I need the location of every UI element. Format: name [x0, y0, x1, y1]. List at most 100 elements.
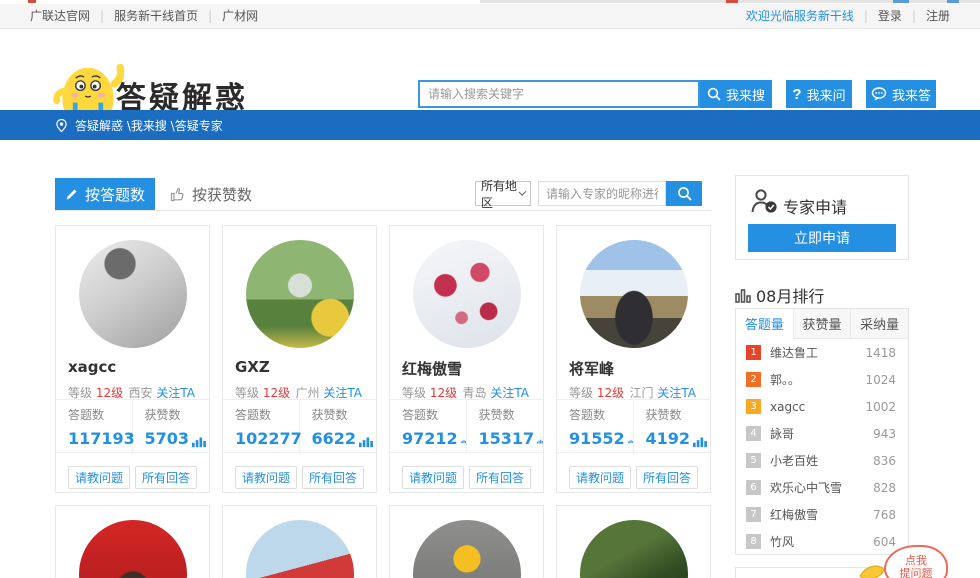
expert-name[interactable]: 将军峰 — [569, 358, 614, 379]
rank-name: 郭。。 — [770, 371, 800, 388]
ask-button[interactable]: ? 我来问 — [786, 80, 852, 108]
bar-chart-icon — [192, 434, 206, 448]
rank-row[interactable]: 1维达鲁工1418 — [736, 339, 908, 366]
avatar[interactable] — [79, 240, 187, 348]
rank-badge: 1 — [746, 345, 761, 360]
level-value: 12级 — [96, 386, 123, 400]
expert-name[interactable]: 红梅傲雪 — [402, 358, 462, 379]
all-answers-button[interactable]: 所有回答 — [135, 466, 197, 489]
avatar[interactable] — [79, 520, 187, 578]
all-answers-button[interactable]: 所有回答 — [302, 466, 364, 489]
bar-chart-icon — [628, 434, 633, 448]
follow-link[interactable]: 关注TA — [657, 386, 696, 400]
welcome-link[interactable]: 欢迎光临服务新干线 — [746, 4, 854, 28]
rank-row[interactable]: 3xagcc1002 — [736, 393, 908, 420]
ask-question-button[interactable]: 请教问题 — [235, 466, 297, 489]
location-pin-icon — [55, 118, 68, 133]
expert-card: 红梅傲雪 等级 12级青岛 关注TA 答题数97212 获赞数15317 请教问… — [389, 225, 544, 493]
city: 江门 — [630, 386, 654, 400]
nav-link-fwxgx-home[interactable]: 服务新干线首页 — [114, 4, 198, 28]
rank-row[interactable]: 4詠哥943 — [736, 420, 908, 447]
avatar[interactable] — [246, 520, 354, 578]
level-label: 等级 — [569, 386, 593, 400]
expert-card — [55, 505, 210, 578]
expert-search-button[interactable] — [666, 181, 702, 206]
rank-value: 836 — [873, 454, 896, 468]
expert-apply-title: 专家申请 — [783, 194, 847, 218]
follow-link[interactable]: 关注TA — [323, 386, 362, 400]
answers-count: 117193 — [68, 429, 135, 448]
likes-label: 获赞数 — [145, 406, 210, 423]
expert-card: GXZ 等级 12级广州 关注TA 答题数102277 获赞数6622 请教问题… — [222, 225, 377, 493]
rank-name: 维达鲁工 — [770, 344, 818, 361]
rank-chart-icon — [735, 288, 751, 303]
rank-title: 08月排行 — [756, 283, 824, 307]
mascot-hand-icon — [856, 556, 886, 578]
all-answers-button[interactable]: 所有回答 — [469, 466, 531, 489]
separator: | — [208, 4, 212, 28]
avatar[interactable] — [413, 520, 521, 578]
rank-value: 1024 — [865, 373, 896, 387]
separator: | — [100, 4, 104, 28]
nav-link-gcw[interactable]: 广材网 — [222, 4, 258, 28]
all-answers-button[interactable]: 所有回答 — [636, 466, 698, 489]
rank-badge: 7 — [746, 507, 761, 522]
likes-label: 获赞数 — [312, 406, 377, 423]
expert-stats: 答题数97212 获赞数15317 — [390, 399, 543, 453]
separator: | — [912, 4, 916, 28]
ask-question-button[interactable]: 请教问题 — [402, 466, 464, 489]
likes-label: 获赞数 — [479, 406, 544, 423]
breadcrumb: 答疑解惑 \我来搜 \答疑专家 — [75, 117, 223, 134]
rank-row[interactable]: 7红梅傲雪768 — [736, 501, 908, 528]
rank-row[interactable]: 5小老百姓836 — [736, 447, 908, 474]
apply-now-button[interactable]: 立即申请 — [748, 224, 896, 252]
level-label: 等级 — [235, 386, 259, 400]
bar-chart-icon — [537, 434, 543, 448]
bar-chart-icon — [693, 434, 707, 448]
search-input[interactable] — [418, 80, 700, 108]
answers-count: 91552 — [569, 429, 625, 448]
region-select[interactable]: 所有地区 — [475, 181, 531, 206]
rank-value: 828 — [873, 481, 896, 495]
answers-count: 102277 — [235, 429, 302, 448]
tab-by-answers[interactable]: 按答题数 — [55, 178, 155, 211]
rank-row[interactable]: 2郭。。1024 — [736, 366, 908, 393]
login-link[interactable]: 登录 — [878, 4, 902, 28]
page: 广联达官网 | 服务新干线首页 | 广材网 欢迎光临服务新干线 | 登录 | 注… — [0, 0, 980, 578]
rank-badge: 4 — [746, 426, 761, 441]
separator: | — [864, 4, 868, 28]
expert-apply-panel: 专家申请 立即申请 — [735, 175, 909, 260]
expert-card — [556, 505, 711, 578]
expert-search-input[interactable] — [538, 181, 666, 206]
expert-name[interactable]: GXZ — [235, 358, 270, 376]
expert-name[interactable]: xagcc — [68, 358, 116, 376]
nav-link-glodon[interactable]: 广联达官网 — [30, 4, 90, 28]
rank-badge: 5 — [746, 453, 761, 468]
header: G 答疑解惑 广联达服务新干线 我来搜 ? 我来问 我来答 — [0, 29, 980, 110]
avatar[interactable] — [580, 520, 688, 578]
rank-tab-likes[interactable]: 获赞量 — [794, 309, 852, 338]
rank-name: xagcc — [770, 400, 805, 414]
rank-title-row: 08月排行 — [735, 283, 824, 307]
answer-button[interactable]: 我来答 — [866, 80, 936, 108]
ask-question-button[interactable]: 请教问题 — [569, 466, 631, 489]
rank-name: 詠哥 — [770, 425, 794, 442]
rank-row[interactable]: 6欢乐心中飞雪828 — [736, 474, 908, 501]
search-button[interactable]: 我来搜 — [700, 80, 772, 108]
ask-question-button[interactable]: 请教问题 — [68, 466, 130, 489]
rank-tab-accepted[interactable]: 采纳量 — [851, 309, 908, 338]
avatar[interactable] — [246, 240, 354, 348]
avatar[interactable] — [413, 240, 521, 348]
top-nav: 广联达官网 | 服务新干线首页 | 广材网 欢迎光临服务新干线 | 登录 | 注… — [0, 4, 980, 29]
likes-count: 5703 — [145, 429, 190, 448]
likes-count: 6622 — [312, 429, 357, 448]
tab-by-likes[interactable]: 按获赞数 — [170, 178, 252, 211]
rank-name: 红梅傲雪 — [770, 506, 818, 523]
rank-row[interactable]: 8竹风604 — [736, 528, 908, 555]
city: 青岛 — [463, 386, 487, 400]
register-link[interactable]: 注册 — [926, 4, 950, 28]
follow-link[interactable]: 关注TA — [156, 386, 195, 400]
rank-tab-answers[interactable]: 答题量 — [736, 309, 794, 339]
avatar[interactable] — [580, 240, 688, 348]
follow-link[interactable]: 关注TA — [490, 386, 529, 400]
